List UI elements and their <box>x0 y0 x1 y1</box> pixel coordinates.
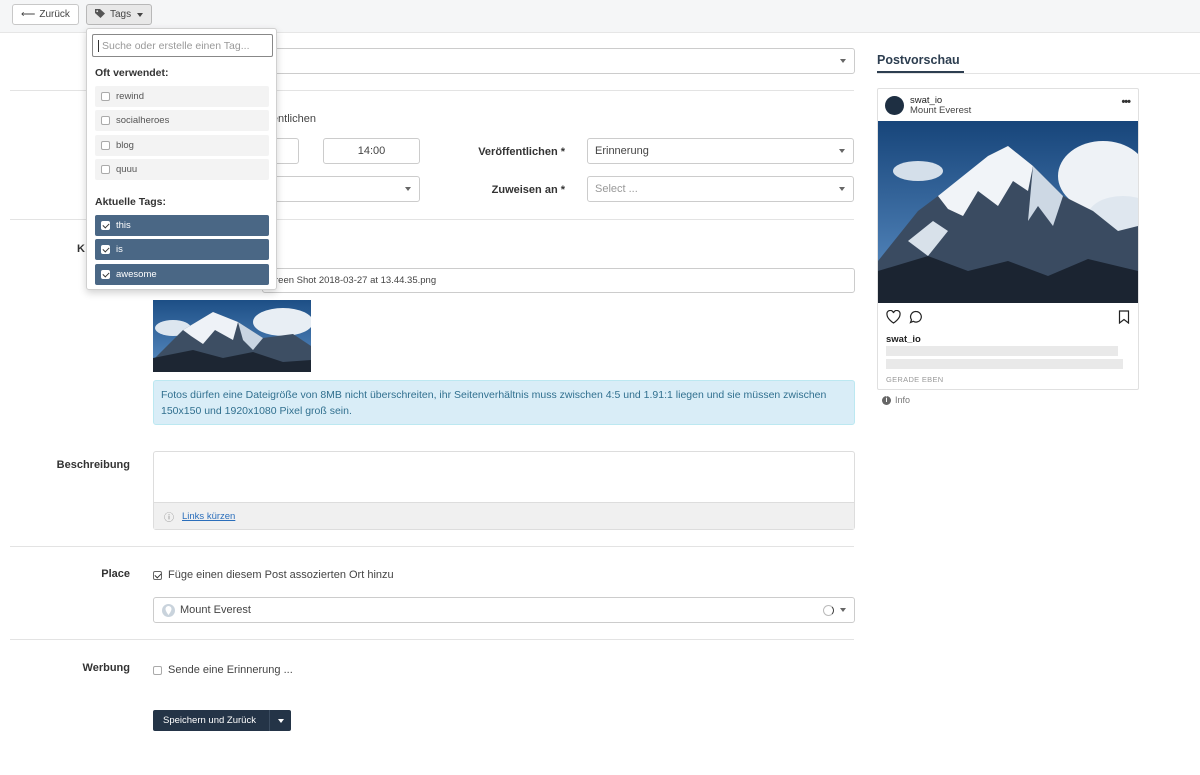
caret-down-icon <box>839 187 845 191</box>
bookmark-icon[interactable] <box>1118 310 1130 327</box>
tag-option-label: blog <box>116 140 134 151</box>
save-and-back-button[interactable]: Speichern und Zurück <box>153 715 269 726</box>
caret-down-icon <box>839 149 845 153</box>
caret-down-icon <box>277 718 284 723</box>
avatar <box>885 96 904 115</box>
current-tag[interactable]: awesome <box>95 264 269 285</box>
publish-select-value: Erinnerung <box>595 145 649 157</box>
tag-option-label: quuu <box>116 164 138 175</box>
tag-checkbox <box>101 165 110 174</box>
loading-spinner-icon <box>823 605 834 616</box>
more-options-icon[interactable]: ••• <box>1121 96 1131 108</box>
tag-option[interactable]: rewind <box>95 86 269 107</box>
description-label: Beschreibung <box>56 459 130 471</box>
publish-label: Veröffentlichen * <box>478 146 565 158</box>
back-button[interactable]: ⟵ Zurück <box>12 4 79 25</box>
place-checkbox-label: Füge einen diesem Post assozierten Ort h… <box>168 569 394 581</box>
account-select[interactable] <box>260 48 855 74</box>
category-select[interactable] <box>262 176 420 202</box>
current-tag-label: awesome <box>116 269 157 280</box>
shorten-links-link[interactable]: Links kürzen <box>182 511 235 522</box>
tag-icon <box>95 8 106 21</box>
caption-username: swat_io <box>886 334 921 345</box>
tag-checkbox <box>101 116 110 125</box>
description-textarea[interactable]: ⓘ Links kürzen <box>153 451 855 530</box>
ad-checkbox-row[interactable]: Sende eine Erinnerung ... <box>153 664 293 676</box>
caption-placeholder <box>886 346 1118 356</box>
assign-label: Zuweisen an * <box>491 184 565 196</box>
current-tag-label: this <box>116 220 131 231</box>
caret-down-icon <box>137 12 144 17</box>
file-name-field[interactable]: reen Shot 2018-03-27 at 13.44.35.png <box>262 268 855 293</box>
ad-checkbox-label: Sende eine Erinnerung ... <box>168 664 293 676</box>
tag-checkbox <box>101 141 110 150</box>
time-input[interactable]: 14:00 <box>323 138 420 164</box>
divider <box>10 546 854 547</box>
image-requirements-info: Fotos dürfen eine Dateigröße von 8MB nic… <box>153 380 855 425</box>
tags-dropdown: Suche oder erstelle einen Tag... Oft ver… <box>86 28 277 290</box>
tag-checkbox <box>101 92 110 101</box>
heart-icon[interactable] <box>886 309 901 327</box>
tag-option[interactable]: quuu <box>95 159 269 180</box>
info-icon: i <box>882 395 891 405</box>
preview-info-label: Info <box>895 395 911 405</box>
save-button-group: Speichern und Zurück <box>153 710 291 731</box>
caret-down-icon <box>405 187 411 191</box>
tags-button-label: Tags <box>110 9 132 20</box>
current-tags-heading: Aktuelle Tags: <box>95 196 166 208</box>
place-value: Mount Everest <box>180 604 251 616</box>
caption-placeholder <box>886 359 1123 369</box>
tag-search-placeholder: Suche oder erstelle einen Tag... <box>102 39 250 52</box>
textarea-footer: ⓘ Links kürzen <box>154 502 854 529</box>
preview-image <box>878 121 1138 303</box>
back-button-label: Zurück <box>39 9 70 20</box>
place-checkbox[interactable] <box>153 570 162 580</box>
tag-option-label: socialheroes <box>116 115 170 126</box>
frequent-tags-heading: Oft verwendet: <box>95 67 169 79</box>
tag-option-label: rewind <box>116 91 144 102</box>
current-tag-label: is <box>116 244 123 255</box>
location-pin-icon <box>162 603 175 617</box>
content-label: K <box>77 243 85 255</box>
file-name: reen Shot 2018-03-27 at 13.44.35.png <box>275 275 437 286</box>
place-checkbox-row[interactable]: Füge einen diesem Post assozierten Ort h… <box>153 569 394 581</box>
tag-checkbox <box>101 221 110 230</box>
caret-down-icon <box>840 59 846 63</box>
divider <box>10 639 854 640</box>
tag-option[interactable]: socialheroes <box>95 110 269 131</box>
tag-search-input[interactable]: Suche oder erstelle einen Tag... <box>92 34 273 57</box>
active-tab-underline <box>877 71 964 73</box>
current-tag[interactable]: this <box>95 215 269 236</box>
preview-title: Postvorschau <box>877 53 960 67</box>
uploaded-image-thumbnail[interactable] <box>153 300 311 372</box>
comment-icon[interactable] <box>909 310 923 327</box>
arrow-left-icon: ⟵ <box>21 9 36 20</box>
time-value: 14:00 <box>357 145 386 157</box>
ad-label: Werbung <box>82 662 130 674</box>
post-preview-card: swat_io Mount Everest ••• swat_io GERADE… <box>877 88 1139 390</box>
caret-down-icon <box>840 608 846 612</box>
tags-button[interactable]: Tags <box>86 4 153 25</box>
assign-select-placeholder: Select ... <box>595 183 638 195</box>
save-options-toggle[interactable] <box>269 710 291 731</box>
place-select[interactable]: Mount Everest <box>153 597 855 623</box>
post-timestamp: GERADE EBEN <box>886 375 944 384</box>
divider <box>877 73 1200 74</box>
preview-location: Mount Everest <box>910 105 972 116</box>
preview-info[interactable]: i Info <box>882 395 910 405</box>
assign-select[interactable]: Select ... <box>587 176 854 202</box>
tag-checkbox <box>101 270 110 279</box>
current-tag[interactable]: is <box>95 239 269 260</box>
tag-checkbox <box>101 245 110 254</box>
ad-checkbox[interactable] <box>153 665 162 675</box>
tag-option[interactable]: blog <box>95 135 269 156</box>
place-label: Place <box>101 568 130 580</box>
publish-select[interactable]: Erinnerung <box>587 138 854 164</box>
info-icon: ⓘ <box>164 512 174 524</box>
